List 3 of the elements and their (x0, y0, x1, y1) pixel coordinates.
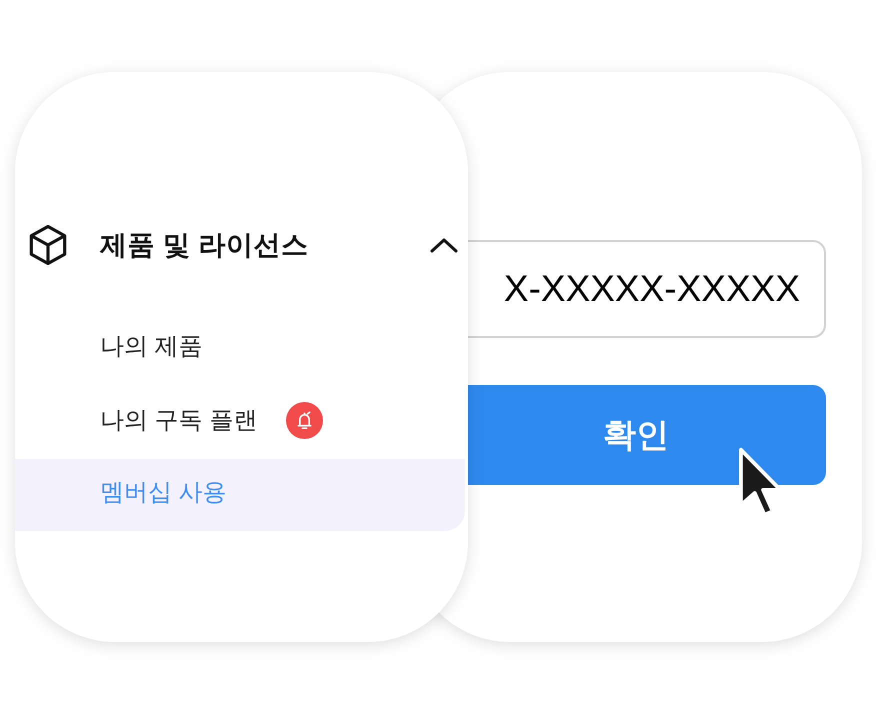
section-title[interactable]: 제품 및 라이선스 (100, 227, 430, 263)
cube-icon (29, 225, 67, 265)
chevron-up-icon[interactable] (430, 237, 458, 253)
